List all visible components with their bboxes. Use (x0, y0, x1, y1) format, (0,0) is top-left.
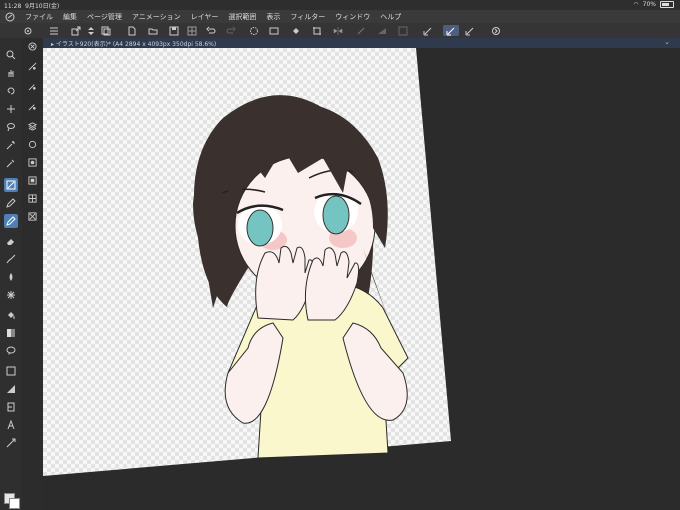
subtool-pattern-icon[interactable] (26, 174, 39, 187)
sub-color-swatch[interactable] (9, 498, 20, 509)
new-file-icon[interactable] (126, 25, 137, 36)
close-subtool-icon[interactable] (26, 40, 39, 53)
magic-wand-icon[interactable] (4, 138, 18, 152)
status-time-text: 11:28 (4, 3, 22, 10)
pencil-icon[interactable] (4, 196, 18, 210)
document-title-text: イラスト920(表示)* (A4 2894 x 4093px 350dpi 58… (55, 41, 217, 48)
copy-icon[interactable] (100, 25, 111, 36)
grid-icon[interactable] (186, 25, 197, 36)
blend-icon[interactable] (4, 270, 18, 284)
subtool-grid-icon[interactable] (26, 192, 39, 205)
eyedropper-icon[interactable] (4, 156, 18, 170)
undo-icon[interactable] (205, 25, 216, 36)
status-bar: 11:28 9月10日(金) ◠ 70% (0, 0, 680, 10)
subtool-cross-icon[interactable] (26, 210, 39, 223)
chevron-down-icon[interactable]: ⌄ (664, 38, 670, 46)
menu-bar: ファイル 編集 ページ管理 アニメーション レイヤー 選択範囲 表示 フィルター… (0, 10, 680, 23)
pen-draw-icon[interactable] (422, 25, 433, 36)
lasso-select-icon[interactable] (4, 120, 18, 134)
clear-icon[interactable] (248, 25, 259, 36)
tool-panel (0, 38, 23, 510)
status-time: 11:28 9月10日(金) (4, 1, 59, 10)
app-logo-icon[interactable] (0, 10, 20, 23)
operation-icon[interactable] (4, 178, 18, 192)
document-title: ▸ イラスト920(表示)* (A4 2894 x 4093px 350dpi … (51, 41, 217, 48)
hand-icon[interactable] (4, 66, 18, 80)
swap-icon[interactable] (490, 25, 501, 36)
hamburger-menu-icon[interactable] (48, 25, 59, 36)
menu-filter[interactable]: フィルター (285, 12, 330, 22)
menu-layer[interactable]: レイヤー (186, 12, 224, 22)
subtool-pen-g-icon[interactable] (26, 60, 39, 73)
deselect-icon[interactable] (376, 25, 387, 36)
figure-icon[interactable] (4, 364, 18, 378)
save-icon[interactable] (168, 25, 179, 36)
gradient-icon[interactable] (4, 326, 18, 340)
stabilize-icon[interactable] (443, 25, 459, 36)
line-correction-icon[interactable] (4, 436, 18, 450)
menu-selection[interactable]: 選択範囲 (223, 12, 261, 22)
zoom-icon[interactable] (4, 48, 18, 62)
flip-icon[interactable] (332, 25, 343, 36)
fill-icon[interactable] (4, 308, 18, 322)
snap-icon[interactable] (464, 25, 475, 36)
fill-selection-icon[interactable] (268, 25, 279, 36)
illustration-canvas[interactable] (43, 48, 680, 510)
export-icon[interactable] (70, 25, 81, 36)
menu-help[interactable]: ヘルプ (375, 12, 406, 22)
redo-icon[interactable] (225, 25, 236, 36)
command-bar (0, 23, 680, 39)
crop-icon[interactable] (311, 25, 322, 36)
subtool-pen-mapping-icon[interactable] (26, 80, 39, 93)
menu-view[interactable]: 表示 (261, 12, 285, 22)
updown-icon[interactable] (85, 25, 96, 36)
canvas-area[interactable]: ▸ イラスト920(表示)* (A4 2894 x 4093px 350dpi … (43, 38, 680, 510)
wifi-icon: ◠ (633, 1, 639, 8)
menu-edit[interactable]: 編集 (58, 12, 82, 22)
status-right: ◠ 70% (633, 1, 674, 8)
settings-icon[interactable] (22, 25, 33, 36)
invert-selection-icon[interactable] (397, 25, 408, 36)
sub-tool-panel (22, 38, 44, 510)
battery-icon (660, 1, 674, 8)
document-tab[interactable]: ▸ イラスト920(表示)* (A4 2894 x 4093px 350dpi … (43, 38, 680, 48)
menu-page[interactable]: ページ管理 (82, 12, 127, 22)
menu-file[interactable]: ファイル (20, 12, 58, 22)
ruler-icon[interactable] (4, 400, 18, 414)
brush-icon[interactable] (4, 252, 18, 266)
pen-icon[interactable] (4, 214, 18, 228)
rotate-view-icon[interactable] (4, 84, 18, 98)
status-date: 9月10日(金) (25, 3, 60, 10)
menu-animation[interactable]: アニメーション (127, 12, 186, 22)
subtool-stamp-icon[interactable] (26, 156, 39, 169)
paint-bucket-icon[interactable] (290, 25, 301, 36)
battery-percent: 70% (642, 1, 656, 8)
frame-icon[interactable] (4, 382, 18, 396)
subtool-pen-turnip-icon[interactable] (26, 100, 39, 113)
open-folder-icon[interactable] (147, 25, 158, 36)
move-icon[interactable] (4, 102, 18, 116)
eraser-icon[interactable] (4, 234, 18, 248)
transform-icon[interactable] (355, 25, 366, 36)
menu-window[interactable]: ウィンドウ (330, 12, 375, 22)
text-icon[interactable] (4, 418, 18, 432)
subtool-marker-icon[interactable] (26, 138, 39, 151)
decoration-icon[interactable] (4, 288, 18, 302)
balloon-icon[interactable] (4, 344, 18, 358)
subtool-layer-icon[interactable] (26, 120, 39, 133)
